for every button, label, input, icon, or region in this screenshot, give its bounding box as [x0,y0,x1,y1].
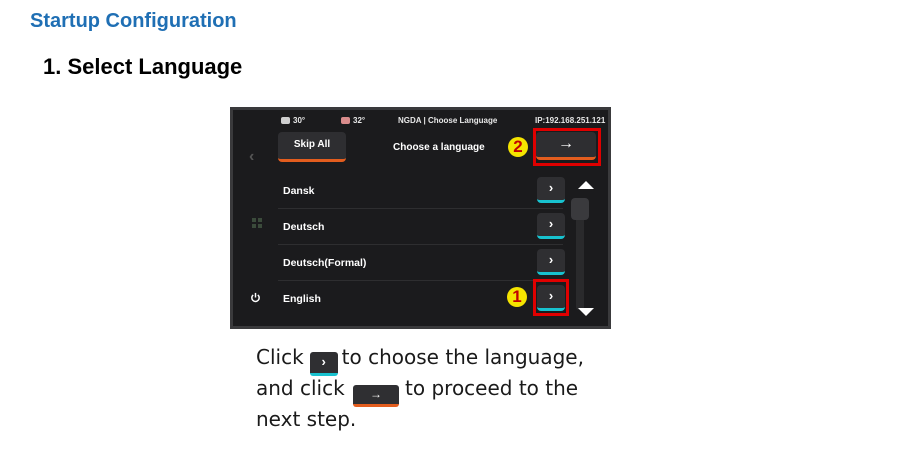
ip-address: IP:192.168.251.121 [535,116,606,125]
thermometer-icon [281,117,290,125]
screen-status-title: NGDA | Choose Language [398,116,498,125]
scrollbar-thumb[interactable] [571,198,589,220]
language-row-deutsch-formal[interactable]: Deutsch(Formal) › [278,245,565,281]
chevron-right-icon[interactable]: › [537,249,565,275]
scroll-up-icon[interactable] [578,181,594,189]
instruction-line-2: and click → to proceed to the [256,376,584,407]
section-title: Startup Configuration [30,10,237,32]
arrow-right-icon: → [353,385,400,407]
callout-badge-1: 1 [507,287,527,307]
chevron-right-icon: › [309,352,338,376]
temp-indicator-2: 32° [341,116,365,125]
chevron-left-icon[interactable]: ‹ [249,148,254,166]
temp-indicator-1: 30° [281,116,305,125]
language-label: English [283,293,321,305]
device-screenshot: 30° 32° NGDA | Choose Language IP:192.16… [230,107,611,329]
skip-all-button[interactable]: Skip All [278,132,346,162]
chevron-right-icon[interactable]: › [537,213,565,239]
instructions: Click › to choose the language, and click … [256,345,584,431]
language-label: Deutsch(Formal) [283,257,367,269]
power-icon[interactable] [250,292,261,303]
language-label: Dansk [283,185,315,197]
language-row-deutsch[interactable]: Deutsch › [278,209,565,245]
apps-grid-icon[interactable] [252,218,262,228]
chevron-right-icon[interactable]: › [537,177,565,203]
heater-icon [341,117,350,125]
scroll-down-icon[interactable] [578,308,594,316]
instruction-line-1: Click › to choose the language, [256,345,584,376]
instruction-line-3: next step. [256,407,357,431]
callout-badge-2: 2 [508,137,528,157]
language-label: Deutsch [283,221,325,233]
step-title: 1. Select Language [43,54,243,79]
choose-language-heading: Choose a language [393,142,485,153]
language-row-dansk[interactable]: Dansk › [278,173,565,209]
highlight-box-next [533,128,601,166]
highlight-box-english [533,279,569,316]
